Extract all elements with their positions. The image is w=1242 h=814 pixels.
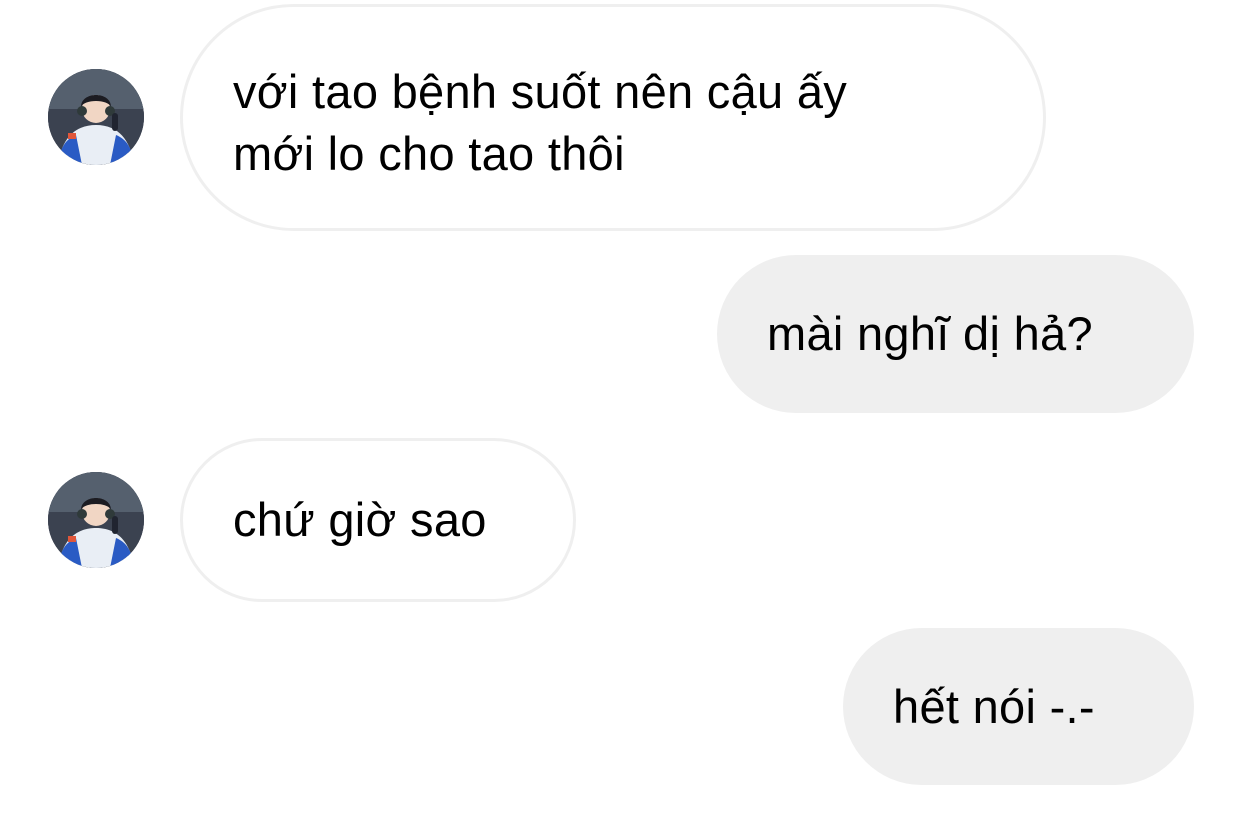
contact-avatar[interactable] (48, 69, 144, 165)
outgoing-message-bubble[interactable]: mài nghĩ dị hả? (717, 255, 1194, 413)
avatar-photo (48, 472, 144, 568)
message-text-line: hết nói -.- (893, 680, 1095, 733)
message-text-line: chứ giờ sao (233, 493, 487, 546)
outgoing-message-bubble[interactable]: hết nói -.- (843, 628, 1194, 785)
incoming-message-bubble[interactable]: với tao bệnh suốt nên cậu ấy mới lo cho … (180, 4, 1046, 231)
contact-avatar[interactable] (48, 472, 144, 568)
message-text-line: với tao bệnh suốt nên cậu ấy (233, 65, 848, 118)
message-text-line: mới lo cho tao thôi (233, 127, 625, 180)
message-text-line: mài nghĩ dị hả? (767, 307, 1093, 360)
avatar-photo (48, 69, 144, 165)
incoming-message-bubble[interactable]: chứ giờ sao (180, 438, 576, 602)
